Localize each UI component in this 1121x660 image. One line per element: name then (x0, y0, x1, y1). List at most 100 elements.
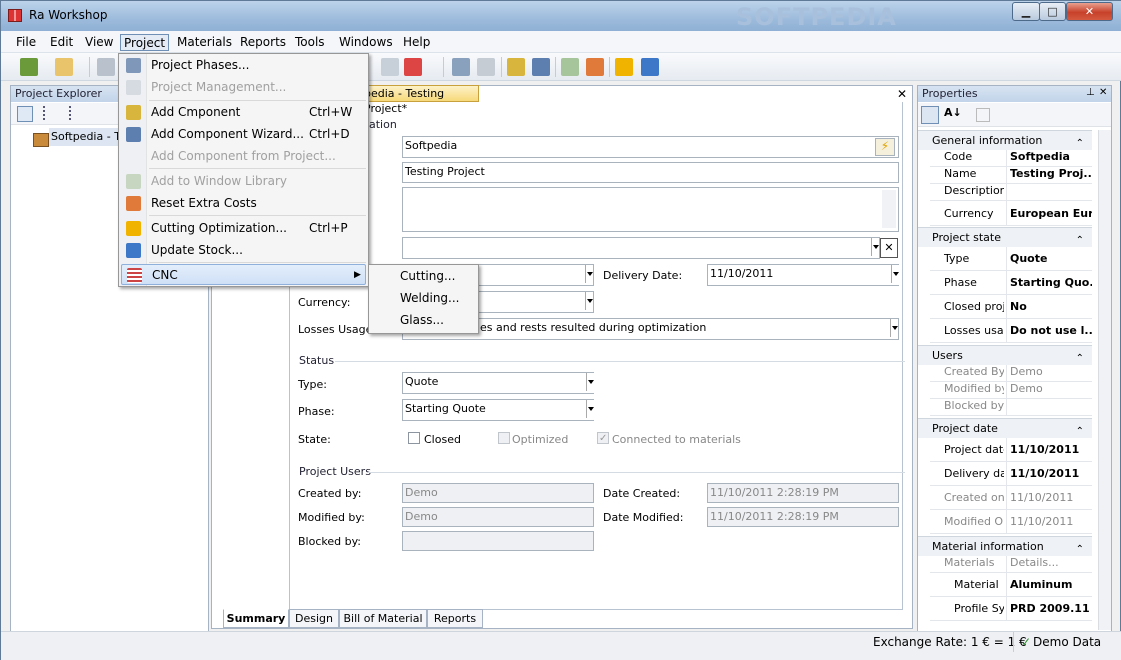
property-row[interactable]: Delivery dat11/10/2011 (930, 462, 1092, 486)
blocked-by-field[interactable] (402, 531, 594, 551)
modified-by-field[interactable]: Demo (402, 507, 594, 527)
property-row[interactable]: Modified by Demo (930, 382, 1092, 399)
minimize-button[interactable]: ▁ (1012, 2, 1040, 21)
delivery-date-field[interactable]: 11/10/2011 (707, 264, 899, 286)
tab-summary[interactable]: Summary (223, 609, 289, 628)
property-row[interactable]: Materials Details... (930, 556, 1092, 573)
chevron-down-icon[interactable] (586, 373, 594, 391)
menu-item-update-stock[interactable]: Update Stock... (121, 240, 366, 261)
property-row[interactable]: Currency European Euro (930, 201, 1092, 226)
menu-item-cutting[interactable]: Cutting... (400, 269, 455, 283)
chevron-down-icon[interactable] (585, 292, 593, 310)
property-row[interactable]: Losses usag Do not use l... (930, 319, 1092, 343)
print-icon[interactable] (381, 58, 399, 76)
reset-costs-icon[interactable] (586, 58, 604, 76)
property-row[interactable]: Name Testing Proj... (930, 167, 1092, 184)
chevron-down-icon[interactable] (891, 265, 899, 283)
clear-icon[interactable]: ✕ (880, 238, 898, 258)
management-icon[interactable] (477, 58, 495, 76)
list-view-icon[interactable] (43, 106, 57, 120)
report-icon[interactable] (404, 58, 422, 76)
tab-design[interactable]: Design (289, 609, 339, 628)
type-dropdown[interactable]: Quote (402, 372, 594, 394)
property-pages-icon[interactable] (976, 108, 990, 122)
created-by-field[interactable]: Demo (402, 483, 594, 503)
code-field[interactable]: Softpedia (402, 136, 899, 158)
menu-item-welding[interactable]: Welding... (400, 291, 460, 305)
menu-materials[interactable]: Materials (174, 34, 235, 51)
new-project-icon[interactable] (20, 58, 38, 76)
window-library-icon[interactable] (561, 58, 579, 76)
menu-item-project-phases[interactable]: Project Phases... (121, 55, 366, 76)
menu-item-cnc[interactable]: CNC ▶ (121, 264, 366, 285)
menu-item-reset-extra-costs[interactable]: Reset Extra Costs (121, 193, 366, 214)
categorized-icon[interactable] (921, 106, 939, 124)
menu-edit[interactable]: Edit (47, 34, 76, 51)
section-project-state[interactable]: Project state ⌃ (918, 227, 1092, 247)
connected-checkbox[interactable] (597, 432, 609, 444)
menu-windows[interactable]: Windows (336, 34, 396, 51)
section-material-information[interactable]: Material information ⌃ (918, 536, 1092, 556)
closed-checkbox[interactable] (408, 432, 420, 444)
chevron-down-icon[interactable] (871, 238, 879, 256)
properties-scrollbar[interactable] (1098, 130, 1111, 630)
tab-bill-of-material[interactable]: Bill of Material (339, 609, 427, 628)
optimized-checkbox[interactable] (498, 432, 510, 444)
close-document-icon[interactable]: ✕ (897, 87, 907, 101)
save-icon[interactable] (97, 58, 115, 76)
property-row[interactable]: Profile Sy: PRD 2009.11 (930, 597, 1092, 621)
menu-item-add-component[interactable]: Add Cmponent Ctrl+W (121, 102, 366, 123)
sort-alpha-icon[interactable]: A↓ (944, 106, 962, 124)
phases-icon[interactable] (452, 58, 470, 76)
description-scrollbar[interactable] (882, 190, 896, 228)
property-row[interactable]: Material Aluminum (930, 573, 1092, 597)
pin-icon[interactable]: ⊥ (1086, 87, 1095, 98)
property-row[interactable]: Created on 11/10/2011 (930, 486, 1092, 510)
chevron-down-icon[interactable] (890, 319, 898, 337)
property-row[interactable]: Blocked by (930, 399, 1092, 416)
update-stock-icon[interactable] (641, 58, 659, 76)
component-wizard-icon[interactable] (532, 58, 550, 76)
property-row[interactable]: Description (930, 184, 1092, 201)
refresh-icon[interactable] (17, 106, 33, 122)
menu-item-add-component-from-project[interactable]: Add Component from Project... (121, 146, 366, 167)
menu-item-add-component-wizard[interactable]: Add Component Wizard... Ctrl+D (121, 124, 366, 145)
menu-view[interactable]: View (82, 34, 116, 51)
menu-file[interactable]: File (13, 34, 39, 51)
description-field[interactable] (402, 187, 899, 232)
property-row[interactable]: Closed projeNo (930, 295, 1092, 319)
lightning-icon[interactable]: ⚡ (875, 138, 895, 156)
property-row[interactable]: Type Quote (930, 247, 1092, 271)
date-modified-field[interactable]: 11/10/2011 2:28:19 PM (707, 507, 899, 527)
name-field[interactable]: Testing Project (402, 162, 899, 183)
chevron-down-icon[interactable] (585, 265, 593, 283)
date-created-field[interactable]: 11/10/2011 2:28:19 PM (707, 483, 899, 503)
tree-item-project[interactable]: Softpedia - Te (49, 128, 124, 146)
property-row[interactable]: Created By Demo (930, 365, 1092, 382)
property-row[interactable]: Project date 11/10/2011 (930, 438, 1092, 462)
close-button[interactable]: ✕ (1066, 2, 1113, 21)
tab-reports[interactable]: Reports (427, 609, 483, 628)
menu-project[interactable]: Project (120, 34, 170, 51)
phase-dropdown[interactable]: Starting Quote (402, 399, 594, 421)
section-general-information[interactable]: General information ⌃ (918, 130, 1092, 150)
document-tab[interactable]: pedia - Testing Project* (359, 85, 479, 115)
menu-item-project-management[interactable]: Project Management... (121, 77, 366, 98)
add-component-icon[interactable] (507, 58, 525, 76)
menu-item-cutting-optimization[interactable]: Cutting Optimization... Ctrl+P (121, 218, 366, 239)
open-folder-icon[interactable] (55, 58, 73, 76)
chevron-down-icon[interactable] (586, 400, 594, 418)
menu-reports[interactable]: Reports (237, 34, 289, 51)
property-row[interactable]: Modified On 11/10/2011 (930, 510, 1092, 534)
menu-item-glass[interactable]: Glass... (400, 313, 444, 327)
section-users[interactable]: Users ⌃ (918, 345, 1092, 365)
menu-help[interactable]: Help (400, 34, 433, 51)
close-panel-icon[interactable]: ✕ (1099, 87, 1107, 98)
section-project-date[interactable]: Project date ⌃ (918, 418, 1092, 438)
menu-item-add-to-window-library[interactable]: Add to Window Library (121, 171, 366, 192)
location-field[interactable] (402, 237, 880, 259)
menu-tools[interactable]: Tools (292, 34, 328, 51)
property-row[interactable]: PhaseStarting Quo... (930, 271, 1092, 295)
property-row[interactable]: Code Softpedia (930, 150, 1092, 167)
tree-view-icon[interactable] (69, 106, 83, 120)
